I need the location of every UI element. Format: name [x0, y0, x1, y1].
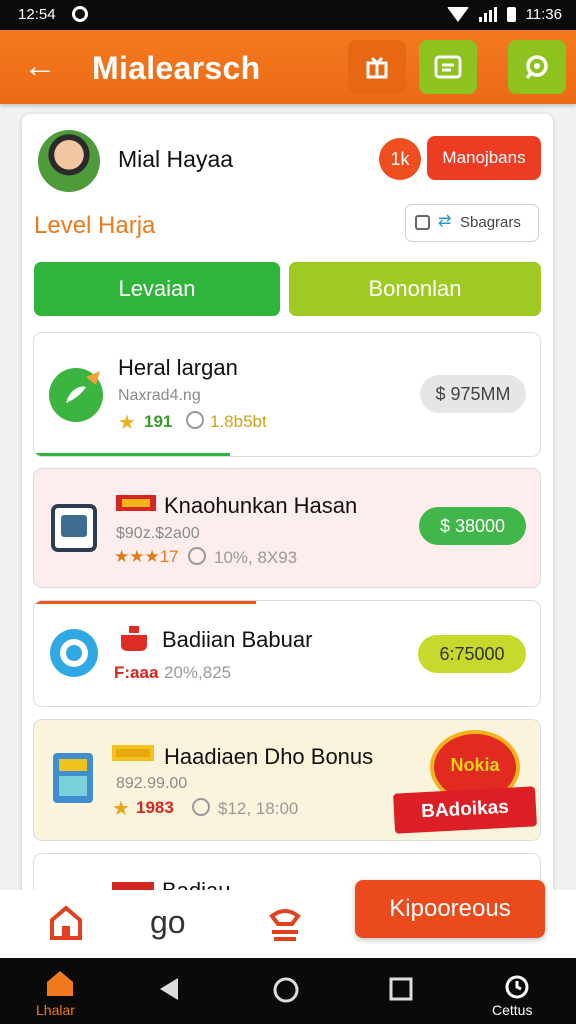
main-card: Mial Hayaa 1k Manojbans Level Harja ⇄ Sb… [22, 114, 553, 914]
level-filter[interactable]: ⇄ Sbagrars [405, 204, 539, 242]
item-meta-right: 10%, 8X93 [214, 548, 298, 567]
item-meta-left: 191 [144, 412, 173, 431]
item-subtitle: 892.99.00 [116, 775, 188, 792]
item-meta-right: 1.8b5bt [210, 412, 267, 431]
item-meta-left: ★★★17 [114, 547, 179, 566]
ticket-icon [112, 745, 154, 761]
checkbox-icon[interactable] [415, 215, 430, 230]
home-tab-icon[interactable] [44, 968, 76, 998]
stamp-icon[interactable] [264, 902, 306, 944]
search-icon [525, 55, 548, 80]
nav-left-label[interactable]: Lhalar [36, 1002, 75, 1018]
target-icon [50, 629, 98, 677]
price-badge[interactable]: $ 975MM [420, 375, 526, 413]
search-button[interactable] [508, 40, 566, 94]
tab-bononlan[interactable]: Bononlan [289, 262, 541, 316]
list-item[interactable]: Haadiaen Dho Bonus 892.99.00 ★ 1983 $12,… [33, 719, 541, 841]
home-circle-icon[interactable] [272, 976, 300, 1004]
promo-ribbon[interactable]: BAdoikas [393, 786, 537, 834]
clock-icon [188, 547, 206, 565]
price-badge[interactable]: 6:75000 [418, 635, 526, 673]
signal-icon [478, 7, 497, 22]
price-badge[interactable]: $ 38000 [419, 507, 526, 545]
back-icon[interactable] [156, 976, 180, 1002]
status-time: 12:54 [18, 6, 56, 23]
clock-icon [186, 411, 204, 429]
go-label[interactable]: go [150, 904, 186, 941]
gift-icon [366, 56, 388, 79]
item-title: Haadiaen Dho Bonus [164, 744, 374, 769]
avatar[interactable] [38, 130, 100, 192]
progress-bar [34, 601, 256, 604]
rank-badge[interactable]: 1k [379, 138, 421, 180]
page-title: Mialearsch [92, 50, 261, 86]
system-nav-bar: Lhalar Cettus [0, 958, 576, 1024]
kipooreous-button[interactable]: Kipooreous [355, 880, 545, 938]
list-item[interactable]: Knaohunkan Hasan $90z.$2a00 ★★★17 10%, 8… [33, 468, 541, 588]
swap-icon: ⇄ [438, 213, 452, 230]
progress-bar [34, 453, 230, 456]
calculator-icon [51, 504, 97, 552]
item-title: Heral largan [118, 355, 238, 380]
status-bar: 12:54 11:36 [0, 0, 576, 30]
document-icon [434, 55, 462, 79]
pot-icon [121, 626, 147, 651]
item-title: Knaohunkan Hasan [164, 493, 358, 518]
wifi-icon [446, 7, 469, 22]
item-meta-left: 1983 [136, 798, 174, 817]
star-icon: ★ [118, 412, 136, 434]
item-meta-right: $12, 18:00 [218, 799, 299, 818]
item-title: Badiian Babuar [162, 627, 313, 652]
back-button[interactable]: ← [20, 48, 60, 86]
gift-button[interactable] [348, 40, 406, 94]
battery-icon [506, 7, 516, 22]
list-item[interactable]: Heral largan Naxrad4.ng ★ 191 1.8b5bt $ … [33, 332, 541, 457]
recents-icon[interactable] [389, 977, 413, 1001]
home-icon[interactable] [46, 902, 86, 942]
manage-button[interactable]: Manojbans [427, 136, 541, 180]
app-bar: ← Mialearsch [0, 30, 576, 104]
filter-value: Sbagrars [460, 214, 521, 231]
notification-icon [72, 6, 88, 22]
tab-levaian[interactable]: Levaian [34, 262, 280, 316]
leaf-icon [49, 368, 103, 422]
document-button[interactable] [419, 40, 477, 94]
item-subtitle: F:aaa [114, 663, 159, 682]
ticket-icon [116, 495, 156, 511]
item-subtitle: $90z.$2a00 [116, 525, 200, 542]
item-meta-right: 20%,825 [164, 663, 232, 682]
star-icon: ★ [112, 798, 130, 820]
list-item[interactable]: Badiian Babuar F:aaa 20%,825 6:75000 [33, 600, 541, 707]
calculator-icon [53, 753, 93, 803]
clock-nav-icon[interactable] [504, 974, 530, 1000]
level-label: Level Harja [34, 212, 156, 239]
clock-icon [192, 798, 210, 816]
profile-name: Mial Hayaa [118, 146, 234, 172]
nav-right-label[interactable]: Cettus [492, 1002, 532, 1018]
status-time-right: 11:36 [525, 6, 562, 23]
item-subtitle: Naxrad4.ng [118, 387, 201, 404]
